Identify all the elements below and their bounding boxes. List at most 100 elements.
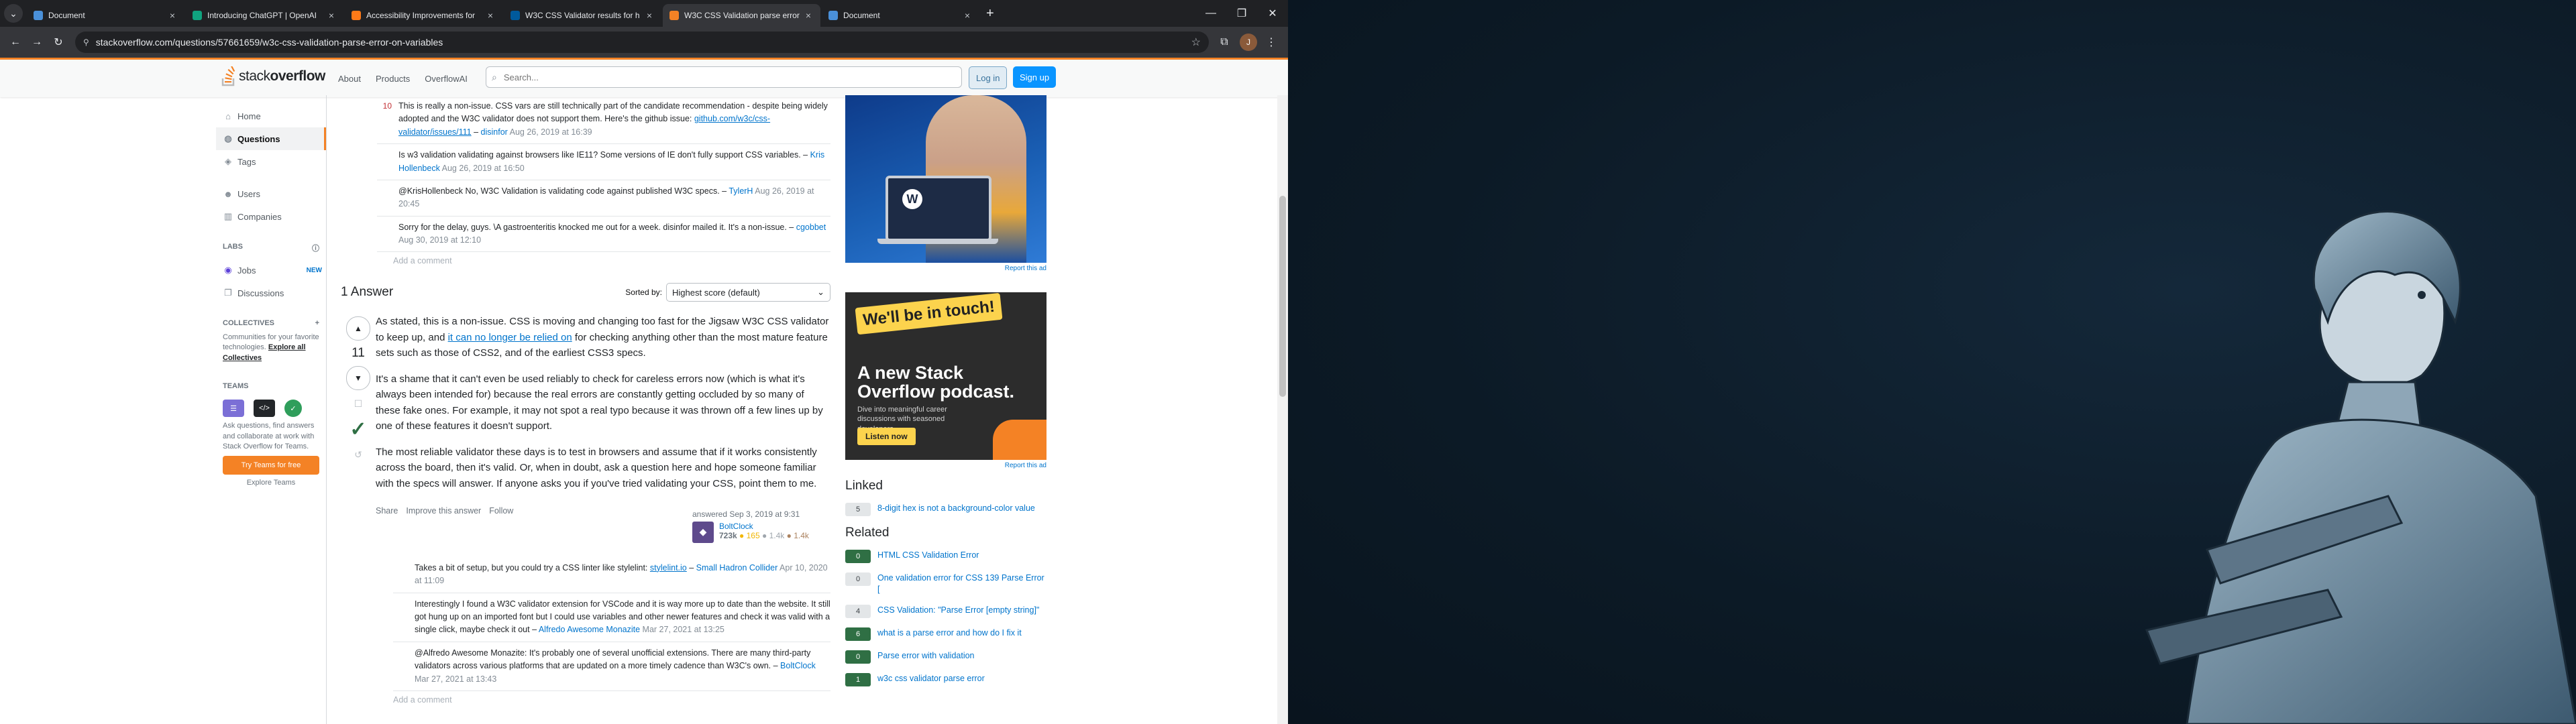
browser-tab[interactable]: Document × [822,4,979,27]
share-link[interactable]: Share [376,506,398,546]
sidebar-item-companies[interactable]: ▥ Companies [216,205,326,228]
minimize-button[interactable]: — [1195,0,1226,27]
browser-tab[interactable]: W3C CSS Validation parse error × [663,4,820,27]
question-link[interactable]: HTML CSS Validation Error [877,550,979,561]
address-bar[interactable]: ⚲ stackoverflow.com/questions/57661659/w… [75,32,1209,53]
avatar[interactable]: ◆ [692,521,714,543]
comment-body: Sorry for the delay, guys. \A gastroente… [398,221,830,247]
try-teams-button[interactable]: Try Teams for free [223,456,319,475]
nav-products[interactable]: Products [370,70,415,88]
comment-user-link[interactable]: Alfredo Awesome Monazite [539,625,640,634]
related-question[interactable]: 6 what is a parse error and how do I fix … [845,627,1046,641]
close-tab-icon[interactable]: × [167,10,178,21]
so-logo[interactable]: stackoverflow [221,66,325,86]
linked-list: 5 8-digit hex is not a background-color v… [845,503,1046,516]
downvote-button[interactable]: ▼ [346,366,370,391]
nav-about[interactable]: About [333,70,366,88]
add-comment-link[interactable]: Add a comment [393,252,830,269]
code-icon: </> [254,400,275,418]
nav-overflowai[interactable]: OverflowAI [419,70,473,88]
question-link[interactable]: what is a parse error and how do I fix i… [877,627,1022,639]
close-window-button[interactable]: ✕ [1257,0,1288,27]
browser-tab[interactable]: Introducing ChatGPT | OpenAI × [186,4,343,27]
signup-button[interactable]: Sign up [1013,66,1057,88]
comment-user-link[interactable]: TylerH [729,186,753,196]
question-link[interactable]: One validation error for CSS 139 Parse E… [877,572,1046,595]
comment-score [393,562,408,588]
home-icon: ⌂ [225,111,231,121]
sidebar-item-questions[interactable]: ◍ Questions [216,127,326,150]
close-tab-icon[interactable]: × [326,10,337,21]
comment-user-link[interactable]: cgobbet [796,223,826,232]
answer-comments: Takes a bit of setup, but you could try … [357,557,830,709]
close-tab-icon[interactable]: × [644,10,655,21]
comment-user-link[interactable]: Small Hadron Collider [696,563,778,572]
comment: Sorry for the delay, guys. \A gastroente… [377,217,830,253]
close-tab-icon[interactable]: × [485,10,496,21]
main-content: 10 This is really a non-issue. CSS vars a… [341,95,830,724]
podcast-ad[interactable]: We'll be in touch! A new Stack Overflow … [845,292,1046,460]
user-name-link[interactable]: BoltClock [719,522,809,531]
browser-menu-icon[interactable]: ⋮ [1261,32,1281,52]
browser-tab[interactable]: W3C CSS Validator results for h × [504,4,661,27]
report-ad-link[interactable]: Report this ad [845,265,1046,272]
sort-select[interactable]: Highest score (default) ⌄ [666,283,830,302]
related-question[interactable]: 0 HTML CSS Validation Error [845,550,1046,563]
related-question[interactable]: 0 Parse error with validation [845,650,1046,664]
tab-search-button[interactable]: ⌄ [4,4,23,23]
comment-link[interactable]: stylelint.io [650,563,687,572]
briefcase-icon: ◉ [224,265,232,275]
related-question[interactable]: 0 One validation error for CSS 139 Parse … [845,572,1046,595]
comment-dash: – [786,222,796,232]
right-sidebar: W Report this ad We'll be in touch! A ne… [845,95,1046,724]
question-link[interactable]: w3c css validator parse error [877,673,985,684]
forward-button[interactable]: → [27,32,47,52]
plus-icon[interactable]: + [315,319,319,327]
history-icon[interactable]: ↺ [354,449,362,461]
comment-user-link[interactable]: disinfor [481,127,508,137]
relied-on-link[interactable]: it can no longer be relied on [448,332,572,343]
related-question[interactable]: 4 CSS Validation: "Parse Error [empty str… [845,604,1046,618]
sidebar-item-tags[interactable]: ◈ Tags [216,150,326,173]
question-link[interactable]: 8-digit hex is not a background-color va… [877,503,1035,514]
sidebar-item-users[interactable]: ☻ Users [216,182,326,205]
site-info-icon[interactable]: ⚲ [83,38,89,47]
upvote-button[interactable]: ▲ [346,316,370,341]
login-button[interactable]: Log in [969,66,1008,89]
stackoverflow-page: stackoverflow About Products OverflowAI … [0,58,1288,724]
sidebar-item-jobs[interactable]: ◉ Jobs NEW [216,259,326,282]
follow-link[interactable]: Follow [489,506,513,546]
question-link[interactable]: CSS Validation: "Parse Error [empty stri… [877,605,1039,616]
tab-title: Document [48,11,85,20]
page-scrollbar[interactable] [1277,95,1288,724]
wordpress-ad[interactable]: W [845,95,1046,263]
explore-teams-link[interactable]: Explore Teams [216,479,326,487]
add-comment-link[interactable]: Add a comment [393,691,830,709]
close-tab-icon[interactable]: × [803,10,814,21]
bookmark-star-icon[interactable]: ☆ [1191,36,1201,49]
profile-avatar[interactable]: J [1240,34,1257,51]
related-question[interactable]: 5 8-digit hex is not a background-color v… [845,503,1046,516]
reload-button[interactable]: ↻ [48,32,68,52]
sidebar-item-discussions[interactable]: ❐ Discussions [216,282,326,304]
close-tab-icon[interactable]: × [962,10,973,21]
sidebar-item-home[interactable]: ⌂ Home [216,105,326,127]
maximize-button[interactable]: ❐ [1226,0,1257,27]
answers-header: 1 Answer Sorted by: Highest score (defau… [341,282,830,303]
report-ad-link[interactable]: Report this ad [845,462,1046,469]
browser-tab[interactable]: Accessibility Improvements for × [345,4,502,27]
scrollbar-thumb[interactable] [1279,196,1286,397]
comment-user-link[interactable]: BoltClock [780,661,816,670]
info-icon[interactable]: ⓘ [312,243,319,253]
question-link[interactable]: Parse error with validation [877,650,975,662]
extensions-icon[interactable]: ⧉ [1214,32,1234,52]
improve-answer-link[interactable]: Improve this answer [406,506,481,546]
listen-now-button[interactable]: Listen now [857,428,916,445]
new-tab-button[interactable]: + [986,6,994,21]
back-button[interactable]: ← [5,32,25,52]
search-input[interactable] [502,71,941,83]
related-question[interactable]: 1 w3c css validator parse error [845,672,1046,686]
bookmark-icon[interactable]: ☐ [354,398,363,410]
user-reputation: 723k ● 165 ● 1.4k ● 1.4k [719,531,809,540]
browser-tab[interactable]: Document × [27,4,184,27]
